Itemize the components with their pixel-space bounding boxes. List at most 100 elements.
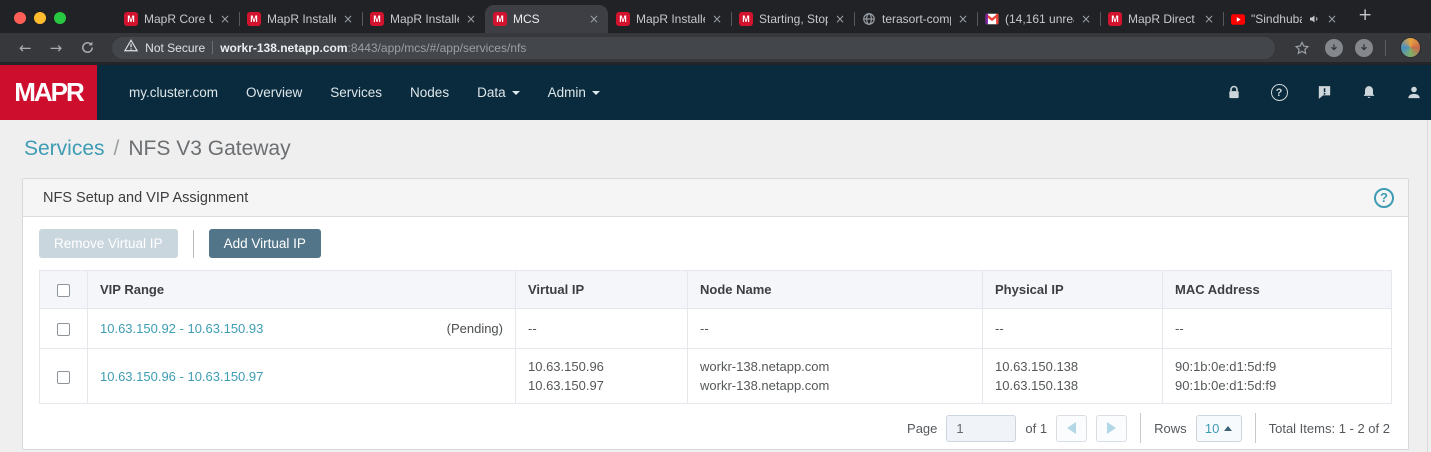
tab-mapr-installer-1[interactable]: M MapR Installer ×	[239, 5, 362, 33]
row-checkbox[interactable]	[57, 371, 70, 384]
prev-page-button[interactable]	[1056, 415, 1087, 442]
window-close-button[interactable]	[14, 12, 26, 24]
navbar-icons: ?	[1225, 65, 1431, 120]
tab-gmail-unread[interactable]: (14,161 unread) ×	[977, 5, 1100, 33]
next-page-icon	[1107, 422, 1116, 434]
tab-starting-stopping[interactable]: M Starting, Stopp ×	[731, 5, 854, 33]
forward-button[interactable]: →	[41, 39, 72, 57]
tab-close-icon[interactable]: ×	[834, 13, 846, 25]
help-icon-navbar[interactable]: ?	[1270, 84, 1288, 102]
rows-per-page-dropdown[interactable]: 10	[1196, 415, 1242, 442]
extension-icon-1[interactable]	[1325, 39, 1343, 57]
nav-item-nodes[interactable]: Nodes	[398, 77, 461, 108]
tab-mcs-active[interactable]: M MCS ×	[485, 5, 608, 33]
tab-close-icon[interactable]: ×	[465, 13, 477, 25]
new-tab-button[interactable]: +	[1346, 5, 1382, 29]
cell-mac-address: 90:1b:0e:d1:5d:f990:1b:0e:d1:5d:f9	[1163, 349, 1392, 404]
page-input[interactable]	[946, 415, 1016, 442]
nav-item-cluster[interactable]: my.cluster.com	[117, 77, 230, 108]
column-header-physical-ip[interactable]: Physical IP	[983, 271, 1163, 309]
cell-physical-ip: --	[983, 309, 1163, 349]
chevron-down-icon	[512, 91, 520, 95]
add-virtual-ip-button[interactable]: Add Virtual IP	[209, 229, 321, 258]
tab-close-icon[interactable]: ×	[711, 13, 723, 25]
mapr-favicon: M	[739, 12, 753, 26]
back-button[interactable]: ←	[10, 39, 41, 57]
table-row: 10.63.150.96 - 10.63.150.97 10.63.150.96…	[40, 349, 1392, 404]
select-all-checkbox[interactable]	[57, 284, 70, 297]
toolbar-divider	[1385, 40, 1386, 56]
vip-range-link[interactable]: 10.63.150.92 - 10.63.150.93	[100, 321, 263, 336]
mapr-favicon: M	[124, 12, 138, 26]
scrollbar[interactable]	[1427, 120, 1428, 452]
total-items-label: Total Items: 1 - 2 of 2	[1269, 421, 1390, 436]
pager-divider	[1140, 413, 1141, 443]
table-header-row: VIP Range Virtual IP Node Name Physical …	[40, 271, 1392, 309]
chevron-down-icon	[592, 91, 600, 95]
tab-close-icon[interactable]: ×	[342, 13, 354, 25]
security-label[interactable]: Not Secure	[145, 41, 205, 55]
tab-strip: M MapR Core Upg × M MapR Installer × M M…	[116, 0, 1382, 33]
page-label: Page	[907, 421, 937, 436]
column-header-mac-address[interactable]: MAC Address	[1163, 271, 1392, 309]
window-minimize-button[interactable]	[34, 12, 46, 24]
mapr-logo[interactable]: MAPR	[0, 65, 97, 120]
nav-item-overview[interactable]: Overview	[234, 77, 314, 108]
cell-virtual-ip: 10.63.150.9610.63.150.97	[516, 349, 688, 404]
tab-terasort[interactable]: terasort-compa ×	[854, 5, 977, 33]
rows-label: Rows	[1154, 421, 1187, 436]
browser-toolbar: ← → Not Secure workr-138.netapp.com:8443…	[0, 33, 1431, 65]
breadcrumb-link-services[interactable]: Services	[24, 137, 105, 161]
tab-audio-icon[interactable]	[1308, 13, 1320, 25]
window-zoom-button[interactable]	[54, 12, 66, 24]
tab-title: terasort-compa	[882, 12, 951, 26]
tab-close-icon[interactable]: ×	[588, 13, 600, 25]
not-secure-warning-icon[interactable]	[124, 39, 138, 57]
next-page-button[interactable]	[1096, 415, 1127, 442]
tab-title: (14,161 unread)	[1005, 12, 1074, 26]
cell-virtual-ip: --	[516, 309, 688, 349]
page-of-label: of 1	[1025, 421, 1047, 436]
nav-item-services[interactable]: Services	[318, 77, 394, 108]
address-bar[interactable]: Not Secure workr-138.netapp.com:8443/app…	[112, 37, 1275, 59]
bell-icon[interactable]	[1360, 84, 1378, 102]
profile-avatar[interactable]	[1400, 37, 1421, 58]
help-icon[interactable]: ?	[1374, 188, 1394, 208]
column-header-node-name[interactable]: Node Name	[688, 271, 983, 309]
nav-item-admin-dropdown[interactable]: Admin	[536, 77, 612, 108]
tab-mapr-core-upgrade[interactable]: M MapR Core Upg ×	[116, 5, 239, 33]
prev-page-icon	[1067, 422, 1076, 434]
tab-title: MapR Installer	[636, 12, 705, 26]
extension-icon-2[interactable]	[1355, 39, 1373, 57]
tab-close-icon[interactable]: ×	[219, 13, 231, 25]
pagination: Page of 1 Rows 10 Total Items: 1 - 2 of …	[39, 404, 1392, 443]
tab-close-icon[interactable]: ×	[957, 13, 969, 25]
page-title: NFS V3 Gateway	[128, 137, 290, 161]
nav-item-data-dropdown[interactable]: Data	[465, 77, 532, 108]
column-header-vip-range[interactable]: VIP Range	[88, 271, 516, 309]
row-checkbox[interactable]	[57, 323, 70, 336]
lock-icon[interactable]	[1225, 84, 1243, 102]
browser-tab-bar: M MapR Core Upg × M MapR Installer × M M…	[0, 0, 1431, 33]
column-header-virtual-ip[interactable]: Virtual IP	[516, 271, 688, 309]
rows-value: 10	[1205, 421, 1219, 436]
feedback-bubble-icon[interactable]	[1315, 84, 1333, 102]
remove-virtual-ip-button[interactable]: Remove Virtual IP	[39, 229, 178, 258]
tab-mapr-installer-2[interactable]: M MapR Installer ×	[362, 5, 485, 33]
cell-mac-address: --	[1163, 309, 1392, 349]
user-icon[interactable]	[1405, 84, 1423, 102]
tab-title: MapR Core Upg	[144, 12, 213, 26]
tab-close-icon[interactable]: ×	[1203, 13, 1215, 25]
vip-range-link[interactable]: 10.63.150.96 - 10.63.150.97	[100, 369, 263, 384]
url-text[interactable]: workr-138.netapp.com:8443/app/mcs/#/app/…	[220, 41, 526, 55]
reload-button[interactable]	[71, 40, 104, 55]
tab-close-icon[interactable]: ×	[1080, 13, 1092, 25]
tab-mapr-direct-access[interactable]: M MapR Direct Ac ×	[1100, 5, 1223, 33]
tab-title: MapR Direct Ac	[1128, 12, 1197, 26]
tab-youtube-sindhubaa[interactable]: "Sindhubaa ×	[1223, 5, 1346, 33]
tab-title: MapR Installer	[267, 12, 336, 26]
cell-physical-ip: 10.63.150.13810.63.150.138	[983, 349, 1163, 404]
tab-close-icon[interactable]: ×	[1326, 13, 1338, 25]
bookmark-star-icon[interactable]	[1285, 40, 1319, 56]
tab-mapr-installer-3[interactable]: M MapR Installer ×	[608, 5, 731, 33]
